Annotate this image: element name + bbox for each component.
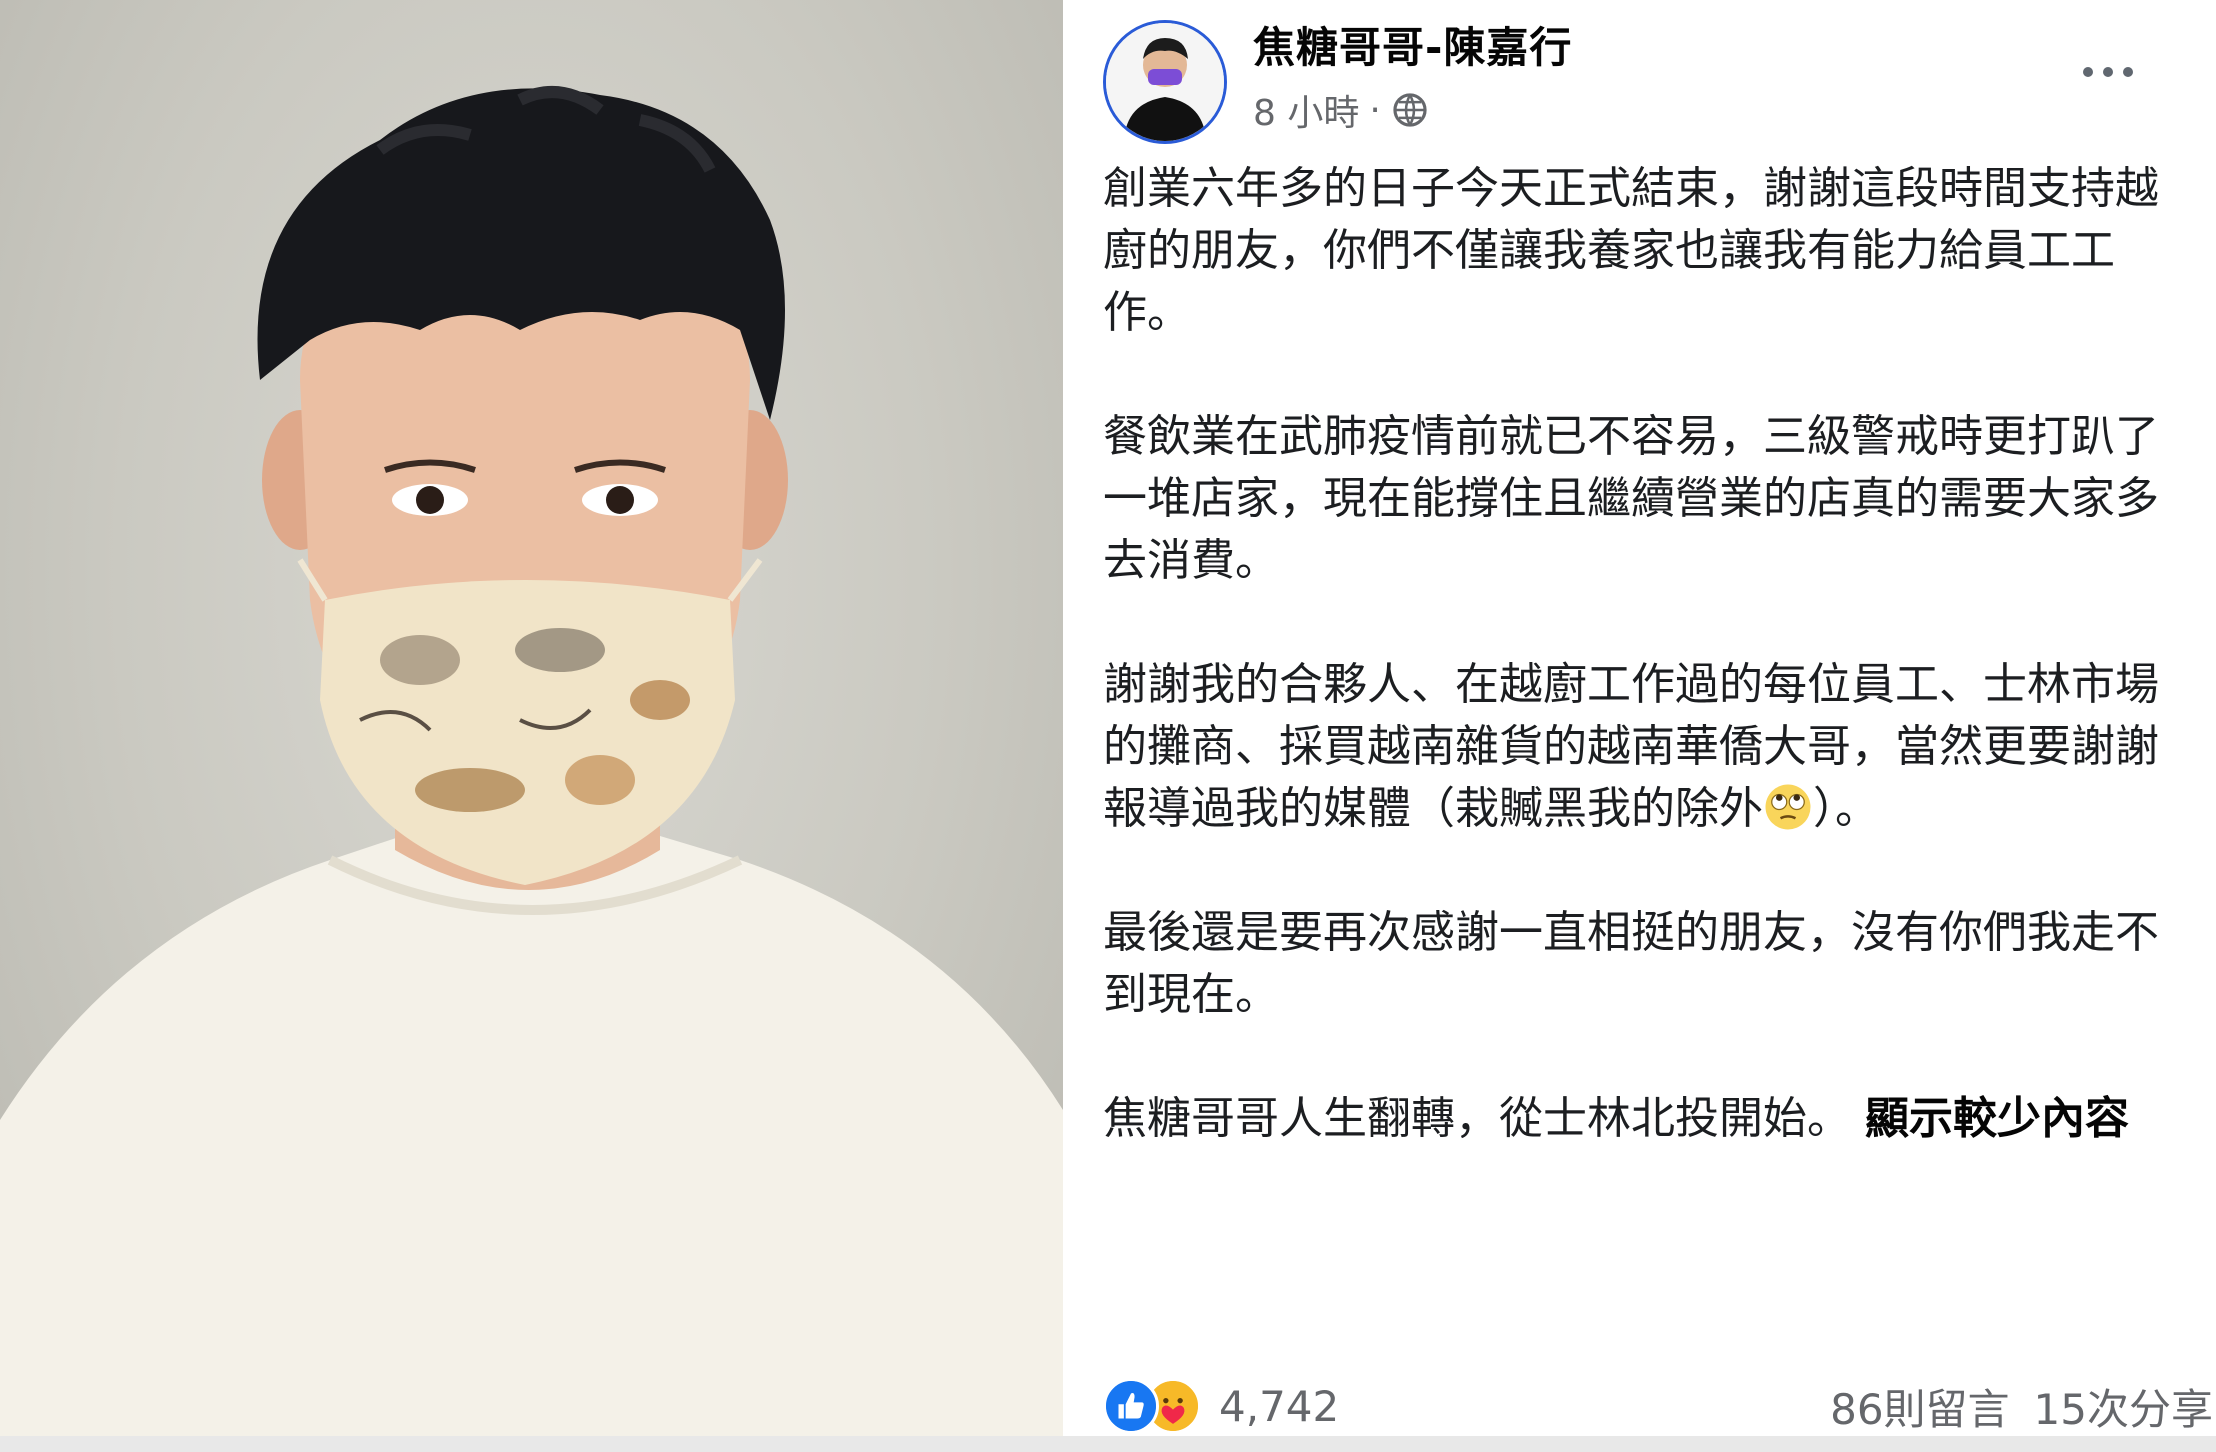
facebook-post: 焦糖哥哥-陳嘉行 8 小時 · 創業六年多的日子今天正式結束，謝謝這段時間支持越… bbox=[1063, 0, 2216, 1436]
screenshot: 焦糖哥哥-陳嘉行 8 小時 · 創業六年多的日子今天正式結束，謝謝這段時間支持越… bbox=[0, 0, 2216, 1452]
post-paragraph: 餐飲業在武肺疫情前就已不容易，三級警戒時更打趴了一堆店家，現在能撐住且繼續營業的… bbox=[1103, 411, 2159, 586]
reaction-icons[interactable] bbox=[1103, 1378, 1201, 1434]
post-paragraph-tail: ）。 bbox=[1813, 783, 1879, 834]
engagement-stats: 86則留言 15次分享 bbox=[1830, 1376, 2213, 1437]
post-time[interactable]: 8 小時 bbox=[1253, 84, 1359, 136]
bottom-divider bbox=[0, 1436, 2216, 1452]
globe-icon[interactable] bbox=[1391, 91, 1429, 129]
show-less-link[interactable]: 顯示較少內容 bbox=[1865, 1093, 2129, 1144]
shares-count[interactable]: 15次分享 bbox=[2034, 1376, 2213, 1437]
avatar[interactable] bbox=[1103, 20, 1227, 144]
post-paragraph: 焦糖哥哥人生翻轉，從士林北投開始。 顯示較少內容 bbox=[1103, 1088, 2183, 1150]
post-body: 創業六年多的日子今天正式結束，謝謝這段時間支持越廚的朋友，你們不僅讓我養家也讓我… bbox=[1103, 158, 2183, 1150]
post-paragraph: 創業六年多的日子今天正式結束，謝謝這段時間支持越廚的朋友，你們不僅讓我養家也讓我… bbox=[1103, 163, 2159, 338]
more-options-icon[interactable] bbox=[2063, 50, 2153, 94]
post-paragraph: 最後還是要再次感謝一直相挺的朋友，沒有你們我走不到現在。 bbox=[1103, 907, 2159, 1020]
meta-separator: · bbox=[1369, 89, 1381, 131]
post-photo[interactable] bbox=[0, 0, 1063, 1436]
post-footer: 4,742 86則留言 15次分享 bbox=[1103, 1376, 2213, 1436]
post-meta: 8 小時 · bbox=[1253, 84, 1429, 136]
rolling-eyes-emoji-icon bbox=[1765, 784, 1811, 830]
portrait-image bbox=[0, 86, 1063, 1436]
post-paragraph: 謝謝我的合夥人、在越廚工作過的每位員工、士林市場的攤商、採買越南雜貨的越南華僑大… bbox=[1103, 654, 2183, 840]
reaction-count[interactable]: 4,742 bbox=[1219, 1382, 1339, 1431]
post-paragraph-text: 謝謝我的合夥人、在越廚工作過的每位員工、士林市場的攤商、採買越南雜貨的越南華僑大… bbox=[1103, 659, 2159, 834]
author-name[interactable]: 焦糖哥哥-陳嘉行 bbox=[1253, 14, 1572, 75]
avatar-image bbox=[1106, 23, 1224, 141]
post-paragraph-text: 焦糖哥哥人生翻轉，從士林北投開始。 bbox=[1103, 1093, 1851, 1144]
like-icon bbox=[1103, 1378, 1159, 1434]
comments-count[interactable]: 86則留言 bbox=[1830, 1376, 2009, 1437]
